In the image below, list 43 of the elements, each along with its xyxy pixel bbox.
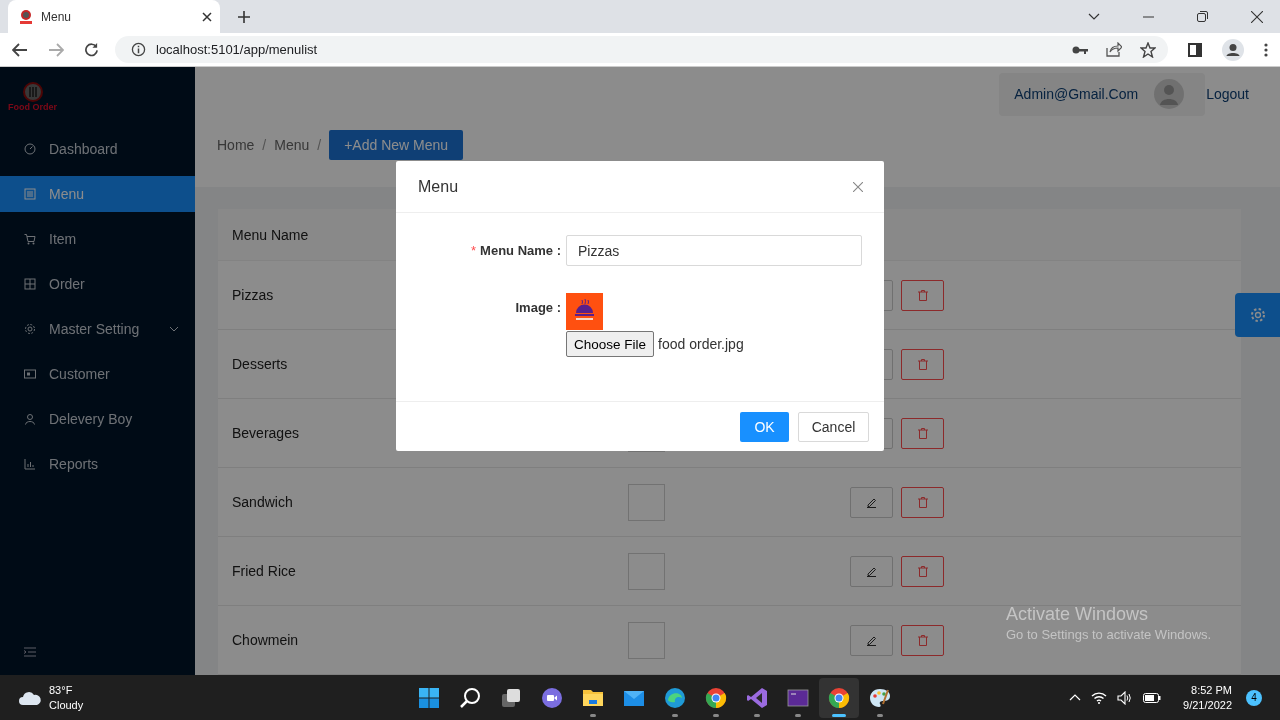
user-chip[interactable]: Admin@Gmail.Com xyxy=(999,72,1206,116)
tab-title: Menu xyxy=(41,9,73,24)
table-cell-text: Sandwich xyxy=(232,494,294,510)
sidebar-item[interactable]: Order xyxy=(0,266,195,302)
clock-date: 9/21/2022 xyxy=(1183,697,1232,713)
dialog-title: Menu xyxy=(418,177,459,196)
table-cell-text: Chowmein xyxy=(232,632,300,648)
breadcrumb-link[interactable]: Home xyxy=(217,136,255,153)
choose-file-button[interactable]: Choose File xyxy=(566,331,655,357)
file-name: food order.jpg xyxy=(658,336,744,352)
temperature: 83°F xyxy=(49,682,74,698)
user-email: Admin@Gmail.Com xyxy=(1014,86,1139,103)
menu-name-field[interactable]: Pizzas xyxy=(566,235,862,266)
ok-button[interactable]: OK xyxy=(740,411,789,442)
address-field[interactable]: localhost:5101/app/menulist xyxy=(115,36,1168,63)
cancel-button[interactable]: Cancel xyxy=(798,411,869,442)
sidebar-item[interactable]: Item xyxy=(0,221,195,257)
column-header: Menu Name xyxy=(232,226,309,243)
breadcrumb-separator: / xyxy=(317,136,322,153)
table-cell-text: Fried Rice xyxy=(232,563,297,579)
table-cell-text: Desserts xyxy=(232,356,289,372)
browser-tab[interactable]: Menu xyxy=(8,0,220,33)
logo-text: Food Order xyxy=(8,102,57,112)
sidebar-item[interactable]: Delevery Boy xyxy=(0,401,195,437)
field-label: Menu Name : xyxy=(480,243,561,258)
activation-notice-title: Activate Windows xyxy=(1006,604,1150,625)
table-cell-text: Beverages xyxy=(232,425,300,441)
add-menu-button[interactable]: +Add New Menu xyxy=(329,129,464,160)
activation-notice-text: Go to Settings to activate Windows. xyxy=(1006,627,1212,642)
clock-time: 8:52 PM xyxy=(1191,682,1232,698)
sidebar-item[interactable]: Dashboard xyxy=(0,131,195,167)
sidebar-item[interactable]: Reports xyxy=(0,446,195,482)
weather-condition: Cloudy xyxy=(49,697,84,713)
table-cell-text: Pizzas xyxy=(232,287,275,303)
sidebar-item[interactable]: Customer xyxy=(0,356,195,392)
required-mark: * xyxy=(471,243,477,258)
breadcrumb-link[interactable]: Menu xyxy=(274,136,310,153)
field-label: Image : xyxy=(515,299,561,315)
notification-badge[interactable]: 4 xyxy=(1246,689,1262,706)
sidebar-item[interactable]: Master Setting xyxy=(0,311,195,347)
sidebar-item[interactable]: Menu xyxy=(0,176,195,212)
breadcrumb-separator: / xyxy=(262,136,267,153)
logout-link[interactable]: Logout xyxy=(1206,86,1249,103)
